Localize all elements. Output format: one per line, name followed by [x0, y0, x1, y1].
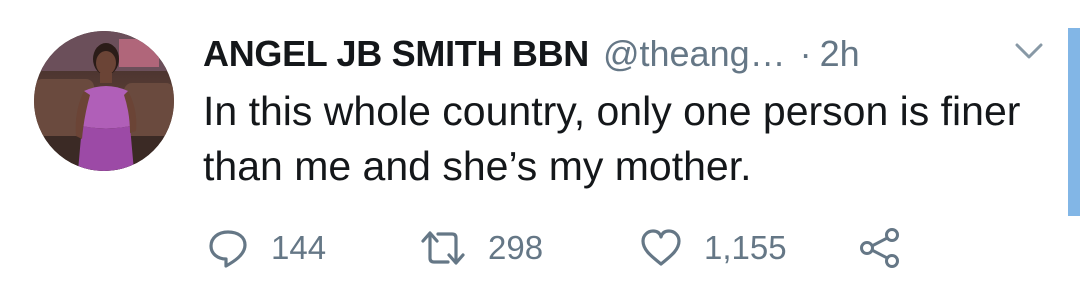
reply-icon: [209, 230, 247, 268]
author-name[interactable]: ANGEL JB SMITH BBN: [203, 33, 589, 75]
reply-button[interactable]: 144: [207, 224, 326, 272]
action-bar: 144 298 1,155: [0, 224, 1080, 272]
like-count: 1,155: [704, 229, 787, 266]
retweet-icon: [421, 231, 465, 265]
retweet-count: 298: [488, 229, 544, 266]
heart-icon: [641, 229, 681, 266]
chevron-down-icon[interactable]: [1013, 40, 1045, 62]
avatar-photo: [34, 31, 174, 171]
separator-dot: ·: [799, 33, 812, 74]
like-button[interactable]: 1,155: [640, 224, 787, 272]
tweet-text: In this whole country, only one person i…: [203, 88, 1021, 189]
tweet-header: ANGEL JB SMITH BBN @theang… · 2h: [203, 30, 860, 78]
avatar[interactable]: [34, 31, 174, 171]
share-button[interactable]: [858, 224, 902, 272]
edge-accent-bar: [1068, 28, 1080, 216]
timestamp[interactable]: 2h: [820, 33, 860, 75]
share-icon: [860, 228, 899, 268]
author-handle[interactable]: @theang…: [603, 33, 786, 75]
retweet-button[interactable]: 298: [420, 224, 543, 272]
reply-count: 144: [271, 229, 327, 266]
tweet-card[interactable]: ANGEL JB SMITH BBN @theang… · 2h In this…: [0, 0, 1080, 287]
